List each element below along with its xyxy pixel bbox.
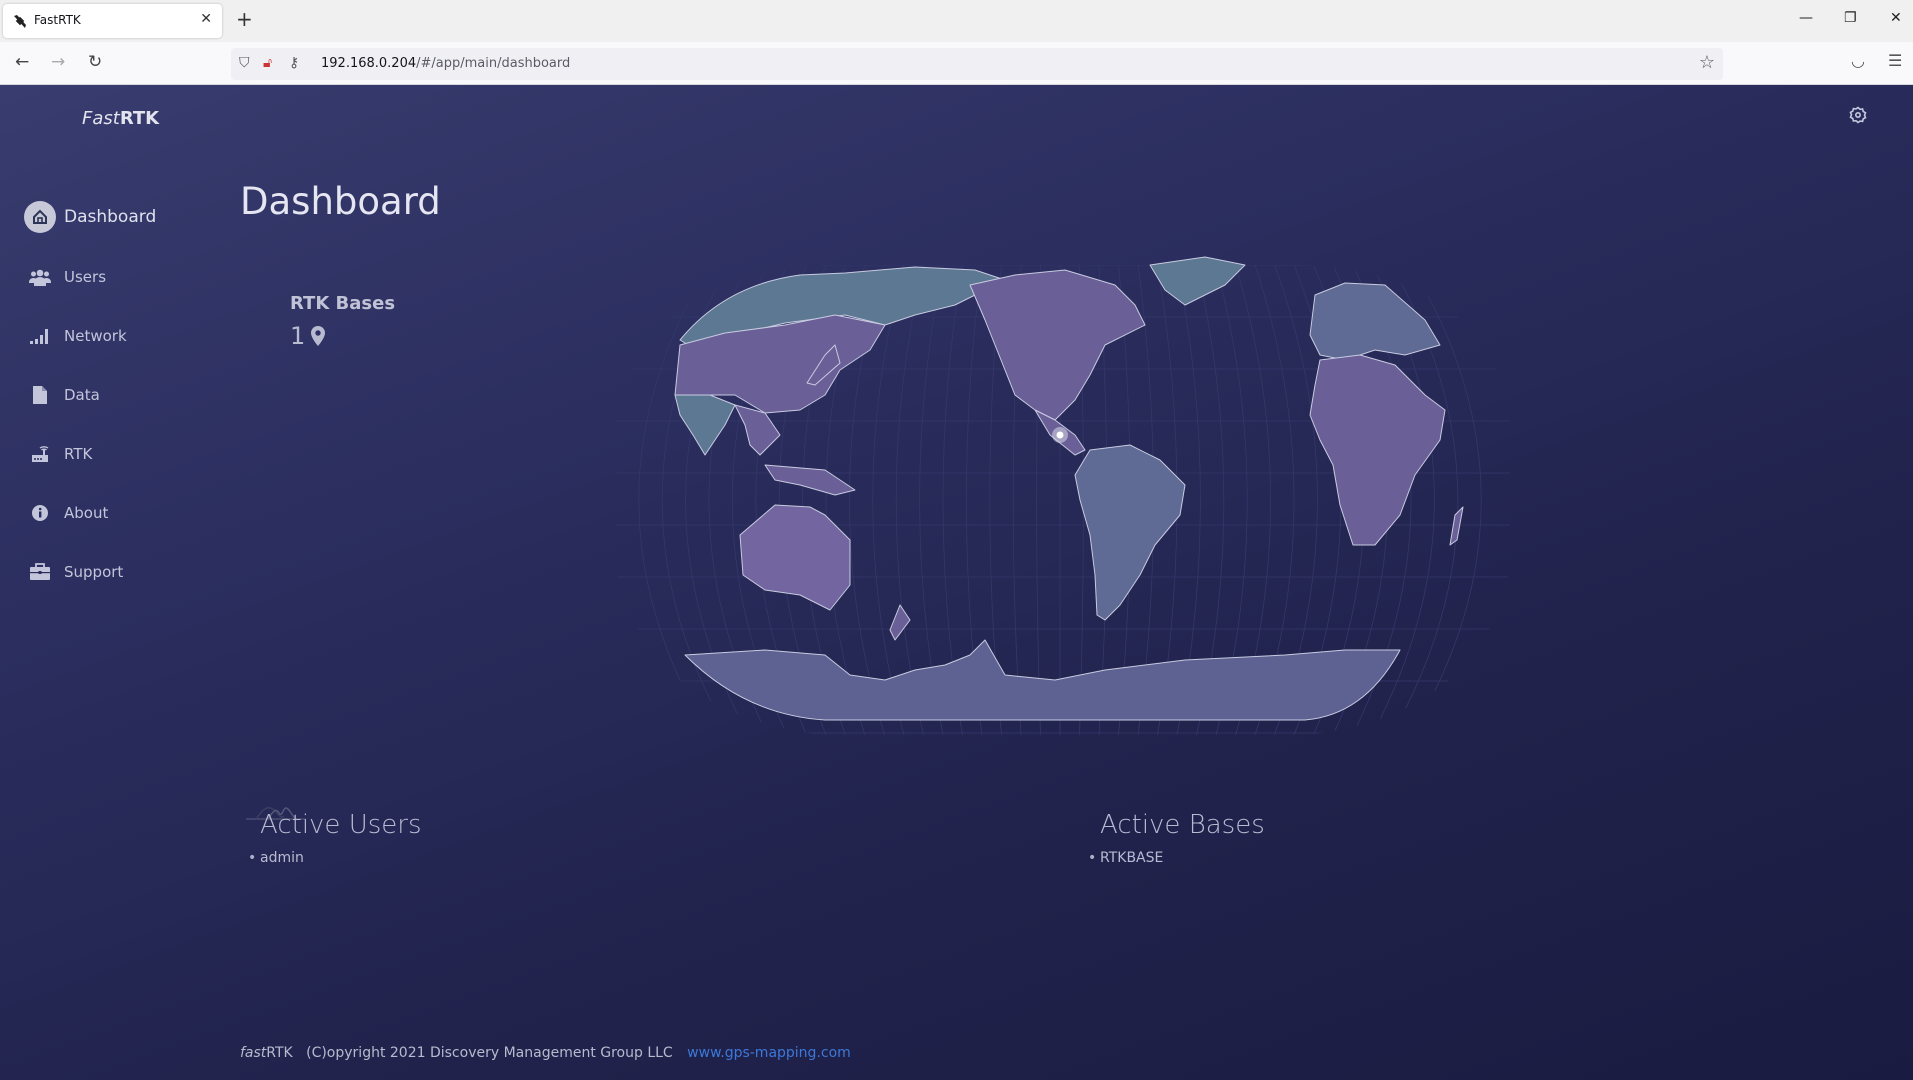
nav-bar: ← → ↻ ⛉ 🔓︎ ⚷ 192.168.0.204/#/app/main/da… [0,42,1913,85]
insecure-lock-icon[interactable]: 🔓︎ [263,55,272,71]
app-logo[interactable]: FastRTK [82,108,159,129]
info-icon [24,497,56,529]
menu-icon[interactable]: ☰ [1888,51,1902,70]
briefcase-icon [24,556,56,588]
landmass-australia [739,504,851,611]
new-tab-button[interactable]: + [236,8,253,30]
back-button[interactable]: ← [15,52,29,72]
sidebar-item-label: Data [64,386,100,404]
app-page: FastRTK Dashboard Users Network Data RTK [0,85,1913,1080]
sidebar-item-label: Dashboard [64,207,157,227]
gear-icon[interactable] [1849,106,1867,124]
browser-tab[interactable]: FastRTK ✕ [3,4,222,38]
tab-bar: FastRTK ✕ + — ❐ ✕ [0,0,1913,42]
sidebar-item-rtk[interactable]: RTK [24,438,92,470]
sidebar-item-users[interactable]: Users [24,261,106,293]
sidebar-item-label: Network [64,327,127,345]
close-window-button[interactable]: ✕ [1890,10,1902,26]
sidebar-item-dashboard[interactable]: Dashboard [24,201,156,233]
active-users-list: admin [248,850,304,866]
active-user-item: admin [248,850,304,866]
close-tab-icon[interactable]: ✕ [200,11,212,27]
footer: fastRTK (C)opyright 2021 Discovery Manag… [240,1045,851,1061]
pocket-icon[interactable]: ◡ [1851,51,1865,70]
landmass-india [674,394,736,456]
bookmark-star-icon[interactable]: ☆ [1699,52,1715,73]
signal-icon [24,320,56,352]
users-icon [24,261,56,293]
tab-title: FastRTK [34,13,81,27]
rtk-bases-count: 1 [290,322,326,350]
active-bases-title: Active Bases [1100,810,1265,840]
rtk-bases-label: RTK Bases [290,293,396,314]
rtk-bases-count-value: 1 [290,322,306,350]
sidebar-item-label: About [64,504,109,522]
sidebar-item-about[interactable]: About [24,497,108,529]
reload-button[interactable]: ↻ [88,52,102,72]
router-icon [24,438,56,470]
minimize-button[interactable]: — [1799,10,1813,26]
landmass-new-zealand [889,604,911,641]
shield-icon[interactable]: ⛉ [239,55,250,71]
satellite-icon [14,15,26,28]
landmass-south-america [1074,444,1186,621]
landmass-madagascar [1449,506,1464,546]
sidebar-item-label: Support [64,563,124,581]
sidebar-item-data[interactable]: Data [24,379,100,411]
sidebar-item-label: RTK [64,445,93,463]
sidebar-item-label: Users [64,268,107,286]
landmass-antarctica [684,639,1401,721]
key-icon[interactable]: ⚷ [289,55,299,71]
active-base-item: RTKBASE [1088,850,1163,866]
active-users-title: Active Users [260,810,422,840]
restore-button[interactable]: ❐ [1844,10,1857,26]
landmass-greenland [1149,256,1246,306]
footer-brand: RTK [266,1045,293,1061]
sidebar-item-network[interactable]: Network [24,320,127,352]
forward-button[interactable]: → [51,52,65,72]
file-icon [24,379,56,411]
base-marker[interactable] [1052,427,1068,443]
graticule-meridian [919,265,944,735]
url-bar[interactable]: ⛉ 🔓︎ ⚷ 192.168.0.204/#/app/main/dashboar… [231,48,1723,80]
landmass-africa [1309,354,1446,546]
world-map [615,256,1510,735]
sidebar-item-support[interactable]: Support [24,556,123,588]
page-title: Dashboard [240,180,441,223]
landmass-europe [1309,282,1441,361]
map-pin-icon [311,326,326,346]
url-text[interactable]: 192.168.0.204/#/app/main/dashboard [321,56,570,71]
browser-chrome: FastRTK ✕ + — ❐ ✕ ← → ↻ ⛉ 🔓︎ ⚷ 192.168.0… [0,0,1913,85]
footer-brand-italic: fast [240,1045,267,1061]
footer-copyright: (C)opyright 2021 Discovery Management Gr… [306,1045,673,1061]
landmass-north-america [969,269,1146,421]
active-bases-list: RTKBASE [1088,850,1163,866]
footer-link[interactable]: www.gps-mapping.com [687,1045,851,1061]
home-icon [24,201,56,233]
landmass-indonesia [764,464,856,496]
